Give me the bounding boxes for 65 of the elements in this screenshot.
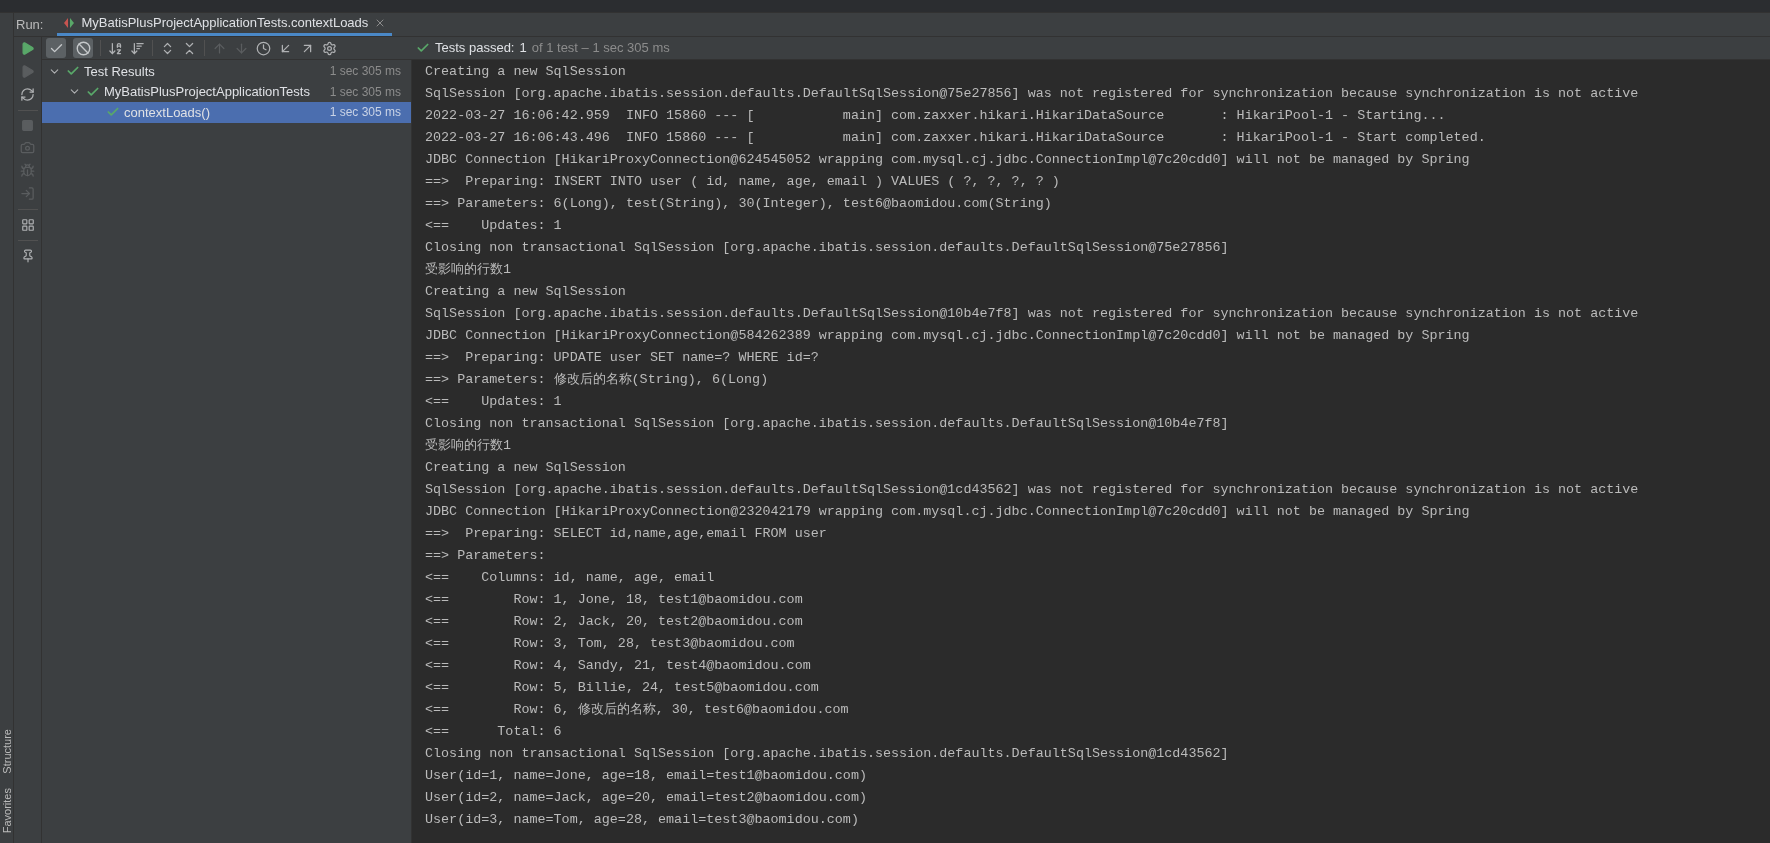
test-tree-row[interactable]: Test Results 1 sec 305 ms xyxy=(42,61,411,82)
console-line: ==> Preparing: INSERT INTO user ( id, name, age, email ) VALUES ( ?, ?, ?, ? ) xyxy=(425,173,1060,191)
show-ignored-toggle[interactable] xyxy=(73,38,93,58)
run-tab[interactable]: MyBatisPlusProjectApplicationTests.contextLoads xyxy=(57,13,393,36)
console-line: JDBC Connection [HikariProxyConnection@584262389 wrapping com.mysql.cj.jdbc.ConnectionImpl@7c20cdd0] will not be managed by Spring xyxy=(425,327,1470,345)
test-name: contextLoads() xyxy=(124,103,210,122)
run-config-icon xyxy=(63,17,76,29)
console-line: ==> Preparing: UPDATE user SET name=? WHERE id=? xyxy=(425,349,819,367)
layout-icon[interactable] xyxy=(20,218,35,232)
console-line: SqlSession [org.apache.ibatis.session.defaults.DefaultSqlSession@1cd43562] was not registered for synchronization because synchronization is not active xyxy=(425,481,1639,499)
check-icon xyxy=(416,41,430,55)
show-passed-toggle[interactable] xyxy=(46,38,66,58)
settings-icon[interactable] xyxy=(322,40,337,56)
console-line: <== Updates: 1 xyxy=(425,217,562,235)
toggle-auto-test-icon[interactable] xyxy=(20,87,35,102)
test-duration: 1 sec 305 ms xyxy=(329,104,401,122)
console-line: <== Row: 1, Jone, 18, test1@baomidou.com xyxy=(425,591,803,609)
console-line: <== Row: 5, Billie, 24, test5@baomidou.com xyxy=(425,679,819,697)
console-line: Creating a new SqlSession xyxy=(425,459,626,477)
console-line: <== Row: 6, 修改后的名称, 30, test6@baomidou.com xyxy=(425,701,849,719)
pin-icon[interactable] xyxy=(20,249,35,263)
console-line: <== Columns: id, name, age, email xyxy=(425,569,715,587)
console-line: Closing non transactional SqlSession [org.apache.ibatis.session.defaults.DefaultSqlSession@75e27856] xyxy=(425,239,1229,257)
console-line: 受影响的行数1 xyxy=(425,261,512,279)
console-line: <== Updates: 1 xyxy=(425,393,562,411)
console-line: ==> Parameters: xyxy=(425,547,547,565)
console-line: ==> Preparing: SELECT id,name,age,email FROM user xyxy=(425,525,827,543)
console-line: 2022-03-27 16:06:43.496 INFO 15860 --- [ main] com.zaxxer.hikari.HikariDataSource : HikariPool-1 - Start completed. xyxy=(425,129,1486,147)
history-icon[interactable] xyxy=(256,40,271,56)
status-label: Tests passed: xyxy=(435,39,515,58)
console-line: <== Total: 6 xyxy=(425,723,562,741)
test-duration: 1 sec 305 ms xyxy=(329,83,401,101)
tool-window-tab[interactable]: Favorites xyxy=(0,787,13,833)
test-tree-row[interactable]: MyBatisPlusProjectApplicationTests 1 sec 305 ms xyxy=(42,81,411,102)
console-line: JDBC Connection [HikariProxyConnection@624545052 wrapping com.mysql.cj.jdbc.ConnectionImpl@7c20cdd0] will not be managed by Spring xyxy=(425,151,1470,169)
console-line: 2022-03-27 16:06:42.959 INFO 15860 --- [ main] com.zaxxer.hikari.HikariDataSource : HikariPool-1 - Starting... xyxy=(425,107,1446,125)
run-label: Run: xyxy=(16,15,44,34)
prohibited-icon xyxy=(75,40,91,56)
run-icon[interactable] xyxy=(20,41,35,56)
console-line: <== Row: 2, Jack, 20, test2@baomidou.com xyxy=(425,613,803,631)
tab-title: MyBatisPlusProjectApplicationTests.contextLoads xyxy=(81,14,369,33)
console-line: 受影响的行数1 xyxy=(425,437,512,455)
console-line: Creating a new SqlSession xyxy=(425,283,626,301)
console-line: ==> Parameters: 6(Long), test(String), 30(Integer), test6@baomidou.com(String) xyxy=(425,195,1052,213)
console-line: JDBC Connection [HikariProxyConnection@232042179 wrapping com.mysql.cj.jdbc.ConnectionImpl@7c20cdd0] will not be managed by Spring xyxy=(425,503,1470,521)
test-duration: 1 sec 305 ms xyxy=(329,63,401,81)
console-line: Closing non transactional SqlSession [org.apache.ibatis.session.defaults.DefaultSqlSession@1cd43562] xyxy=(425,745,1229,763)
console-line: User(id=3, name=Tom, age=28, email=test3@baomidou.com) xyxy=(425,811,859,829)
sort-by-duration-icon[interactable] xyxy=(130,40,145,56)
console-line: SqlSession [org.apache.ibatis.session.defaults.DefaultSqlSession@75e27856] was not registered for synchronization because synchronization is not active xyxy=(425,85,1639,103)
console-line: User(id=2, name=Jack, age=20, email=test2@baomidou.com) xyxy=(425,789,867,807)
console-line: User(id=1, name=Jone, age=18, email=test1@baomidou.com) xyxy=(425,767,867,785)
console-line: SqlSession [org.apache.ibatis.session.defaults.DefaultSqlSession@10b4e7f8] was not registered for synchronization because synchronization is not active xyxy=(425,305,1639,323)
tool-window-tab[interactable]: Structure xyxy=(0,729,13,774)
status-detail: of 1 test – 1 sec 305 ms xyxy=(531,39,670,58)
console-line: ==> Parameters: 修改后的名称(String), 6(Long) xyxy=(425,371,769,389)
status-count: 1 xyxy=(519,39,527,58)
console-line: Closing non transactional SqlSession [org.apache.ibatis.session.defaults.DefaultSqlSession@10b4e7f8] xyxy=(425,415,1229,433)
test-name: Test Results xyxy=(84,62,155,81)
console-line: Creating a new SqlSession xyxy=(425,63,626,81)
test-tree-row[interactable]: contextLoads() 1 sec 305 ms xyxy=(42,102,411,123)
test-name: MyBatisPlusProjectApplicationTests xyxy=(104,83,310,101)
sort-alphabetically-icon[interactable] xyxy=(108,40,123,56)
console-line: <== Row: 4, Sandy, 21, test4@baomidou.com xyxy=(425,657,811,675)
console-line: <== Row: 3, Tom, 28, test3@baomidou.com xyxy=(425,635,795,653)
